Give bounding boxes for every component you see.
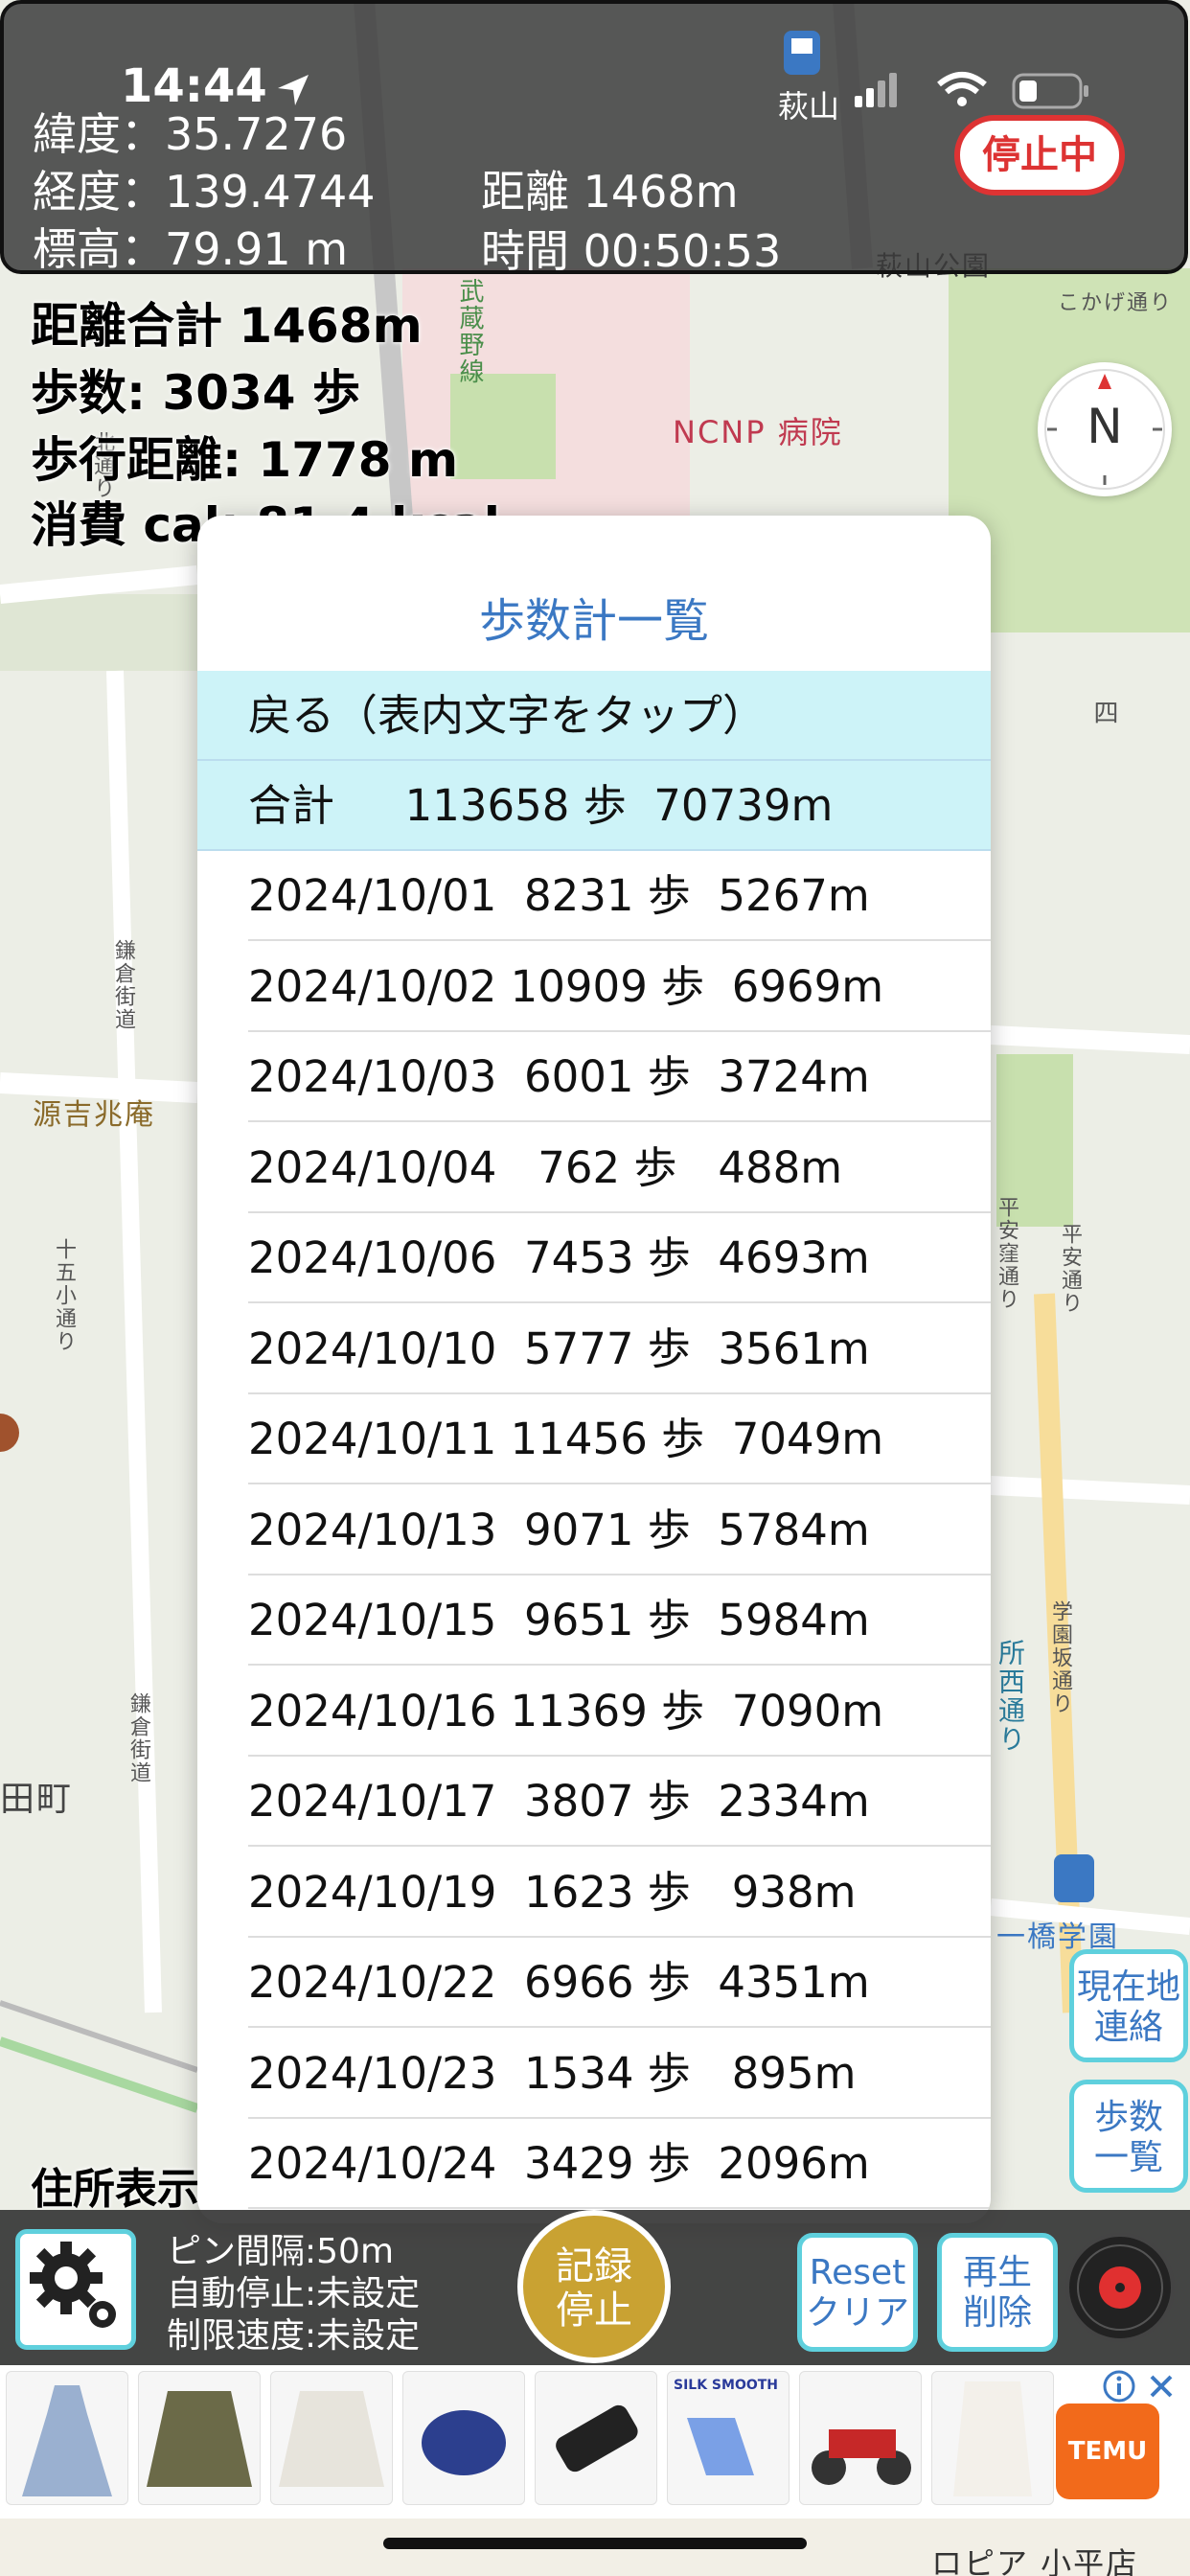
reset-clear-button[interactable]: Reset クリア bbox=[797, 2233, 918, 2352]
map-label-district: 田町 bbox=[0, 1780, 74, 1819]
step-count-text: 歩数: 3034 歩 bbox=[31, 365, 360, 421]
step-record-text: 2024/10/01 8231 歩 5267m bbox=[248, 870, 870, 921]
modal-title: 歩数計一覧 bbox=[478, 594, 709, 648]
step-record-row[interactable]: 2024/10/10 5777 歩 3561m bbox=[197, 1304, 991, 1394]
map-label-street: 平安窪通り bbox=[995, 1196, 1018, 1311]
distance-text: 距離 1468m bbox=[481, 166, 739, 218]
speed-limit-text: 制限速度:未設定 bbox=[167, 2316, 421, 2356]
step-list-modal: 歩数計一覧 戻る（表内文字をタップ） 合計 113658 歩 70739m 20… bbox=[197, 516, 991, 2223]
map-label-street: 平安通り bbox=[1058, 1223, 1082, 1315]
map-label-shop[interactable]: ロピア 小平店 bbox=[931, 2540, 1138, 2576]
map-label-street: 所西通り bbox=[995, 1639, 1026, 1754]
step-record-text: 2024/10/23 1534 歩 895m bbox=[248, 2047, 857, 2099]
step-list-button[interactable]: 歩数 一覧 bbox=[1069, 2080, 1188, 2193]
step-record-text: 2024/10/24 3429 歩 2096m bbox=[248, 2138, 870, 2189]
step-record-row[interactable]: 2024/10/04 762 歩 488m bbox=[197, 1123, 991, 1213]
step-record-text: 2024/10/15 9651 歩 5984m bbox=[248, 1595, 870, 1645]
ad-product-trike[interactable] bbox=[799, 2371, 922, 2505]
stopped-status-badge[interactable]: 停止中 bbox=[954, 115, 1125, 196]
step-record-row[interactable]: 2024/10/03 6001 歩 3724m bbox=[197, 1032, 991, 1122]
map-label-street: 鎌倉街道 bbox=[111, 939, 135, 1031]
step-record-row[interactable]: 2024/10/11 11456 歩 7049m bbox=[197, 1394, 991, 1484]
ad-product-tanktop[interactable] bbox=[931, 2371, 1054, 2505]
train-station-icon bbox=[784, 31, 820, 75]
ad-product-socks[interactable]: SILK SMOOTH bbox=[667, 2371, 790, 2505]
step-record-row[interactable]: 2024/10/16 11369 歩 7090m bbox=[197, 1667, 991, 1757]
step-record-row[interactable]: 2024/10/23 1534 歩 895m bbox=[197, 2029, 991, 2119]
ad-product-flashlight[interactable] bbox=[535, 2371, 657, 2505]
step-record-row[interactable]: 2024/10/06 7453 歩 4693m bbox=[197, 1213, 991, 1303]
step-record-row[interactable]: 2024/10/02 10909 歩 6969m bbox=[197, 942, 991, 1032]
current-location-contact-button[interactable]: 現在地 連絡 bbox=[1069, 1949, 1188, 2062]
compass-button[interactable]: N bbox=[1038, 362, 1172, 496]
compass-north-label: N bbox=[1087, 399, 1123, 454]
map-label-street: 鎌倉街道 bbox=[126, 1692, 150, 1784]
ad-product-coat[interactable] bbox=[270, 2371, 393, 2505]
total-label: 合計 113658 歩 70739m bbox=[248, 780, 834, 831]
gear-icon bbox=[30, 2242, 116, 2328]
map-label-street: こかげ通り bbox=[1058, 291, 1174, 315]
step-record-text: 2024/10/17 3807 歩 2334m bbox=[248, 1776, 870, 1827]
step-record-row[interactable]: 2024/10/24 3429 歩 2096m bbox=[197, 2119, 991, 2209]
wifi-icon bbox=[937, 72, 987, 106]
location-info-panel: 14:44 萩山 緯度：35.7276 経度：139.4744 標高：79.91… bbox=[0, 0, 1188, 277]
ad-product-dress[interactable] bbox=[6, 2371, 128, 2505]
total-row[interactable]: 合計 113658 歩 70739m bbox=[197, 761, 991, 851]
longitude-text: 経度：139.4744 bbox=[33, 166, 376, 218]
map-label-shop[interactable]: 源吉兆庵 bbox=[33, 1091, 155, 1133]
back-row[interactable]: 戻る（表内文字をタップ） bbox=[197, 671, 991, 761]
map-label-street: 学園坂通り bbox=[1048, 1600, 1072, 1715]
step-record-text: 2024/10/04 762 歩 488m bbox=[248, 1141, 843, 1193]
step-record-text: 2024/10/06 7453 歩 4693m bbox=[248, 1232, 870, 1283]
map-label-street: 四 bbox=[1089, 700, 1118, 726]
settings-button[interactable] bbox=[15, 2229, 136, 2350]
elapsed-time-text: 時間 00:50:53 bbox=[481, 225, 782, 277]
step-record-text: 2024/10/19 1623 歩 938m bbox=[248, 1866, 857, 1918]
altitude-text: 標高：79.91 m bbox=[33, 223, 349, 275]
step-record-row[interactable]: 2024/10/15 9651 歩 5984m bbox=[197, 1576, 991, 1666]
temu-logo[interactable]: TEMU bbox=[1056, 2404, 1159, 2499]
step-record-text: 2024/10/11 11456 歩 7049m bbox=[248, 1414, 884, 1464]
map-label-line: 武蔵野線 bbox=[455, 278, 484, 385]
latitude-text: 緯度：35.7276 bbox=[33, 108, 348, 160]
map-label-street: 十五小通り bbox=[52, 1238, 76, 1353]
step-record-row[interactable]: 2024/10/17 3807 歩 2334m bbox=[197, 1757, 991, 1847]
ad-banner[interactable]: SILK SMOOTH TEMU bbox=[0, 2365, 1190, 2518]
bottom-toolbar: ピン間隔:50m 自動停止:未設定 制限速度:未設定 記録 停止 Reset ク… bbox=[0, 2210, 1190, 2365]
back-label: 戻る（表内文字をタップ） bbox=[248, 690, 767, 741]
ad-close-icon[interactable] bbox=[1146, 2371, 1177, 2402]
walk-distance-text: 歩行距離: 1778 m bbox=[31, 432, 459, 488]
home-indicator[interactable] bbox=[383, 2538, 807, 2549]
step-record-text: 2024/10/22 6966 歩 4351m bbox=[248, 1957, 870, 2008]
step-record-text: 2024/10/03 6001 歩 3724m bbox=[248, 1051, 870, 1102]
ad-product-jacket[interactable] bbox=[138, 2371, 261, 2505]
ad-info-icon[interactable] bbox=[1102, 2369, 1136, 2404]
replay-delete-button[interactable]: 再生 削除 bbox=[937, 2233, 1058, 2352]
step-record-text: 2024/10/16 11369 歩 7090m bbox=[248, 1685, 884, 1736]
step-record-row[interactable]: 2024/10/13 9071 歩 5784m bbox=[197, 1485, 991, 1576]
ad-product-harness[interactable] bbox=[402, 2371, 525, 2505]
step-record-row[interactable]: 2024/10/22 6966 歩 4351m bbox=[197, 1938, 991, 2028]
step-record-row[interactable]: 2024/10/01 8231 歩 5267m bbox=[197, 851, 991, 941]
vinyl-record-icon[interactable] bbox=[1065, 2233, 1175, 2342]
total-distance-text: 距離合計 1468m bbox=[31, 298, 423, 354]
step-record-text: 2024/10/10 5777 歩 3561m bbox=[248, 1322, 870, 1374]
record-stop-button[interactable]: 記録 停止 bbox=[517, 2210, 671, 2363]
address-display-label[interactable]: 住所表示 bbox=[31, 2154, 199, 2216]
step-record-text: 2024/10/02 10909 歩 6969m bbox=[248, 960, 884, 1012]
signal-icon bbox=[855, 73, 897, 107]
step-record-row[interactable]: 2024/10/19 1623 歩 938m bbox=[197, 1848, 991, 1938]
map-label-hospital[interactable]: NCNP 病院 bbox=[673, 408, 843, 452]
battery-icon bbox=[1012, 73, 1088, 109]
station-label: 萩山 bbox=[778, 88, 840, 125]
step-record-text: 2024/10/13 9071 歩 5784m bbox=[248, 1504, 870, 1555]
